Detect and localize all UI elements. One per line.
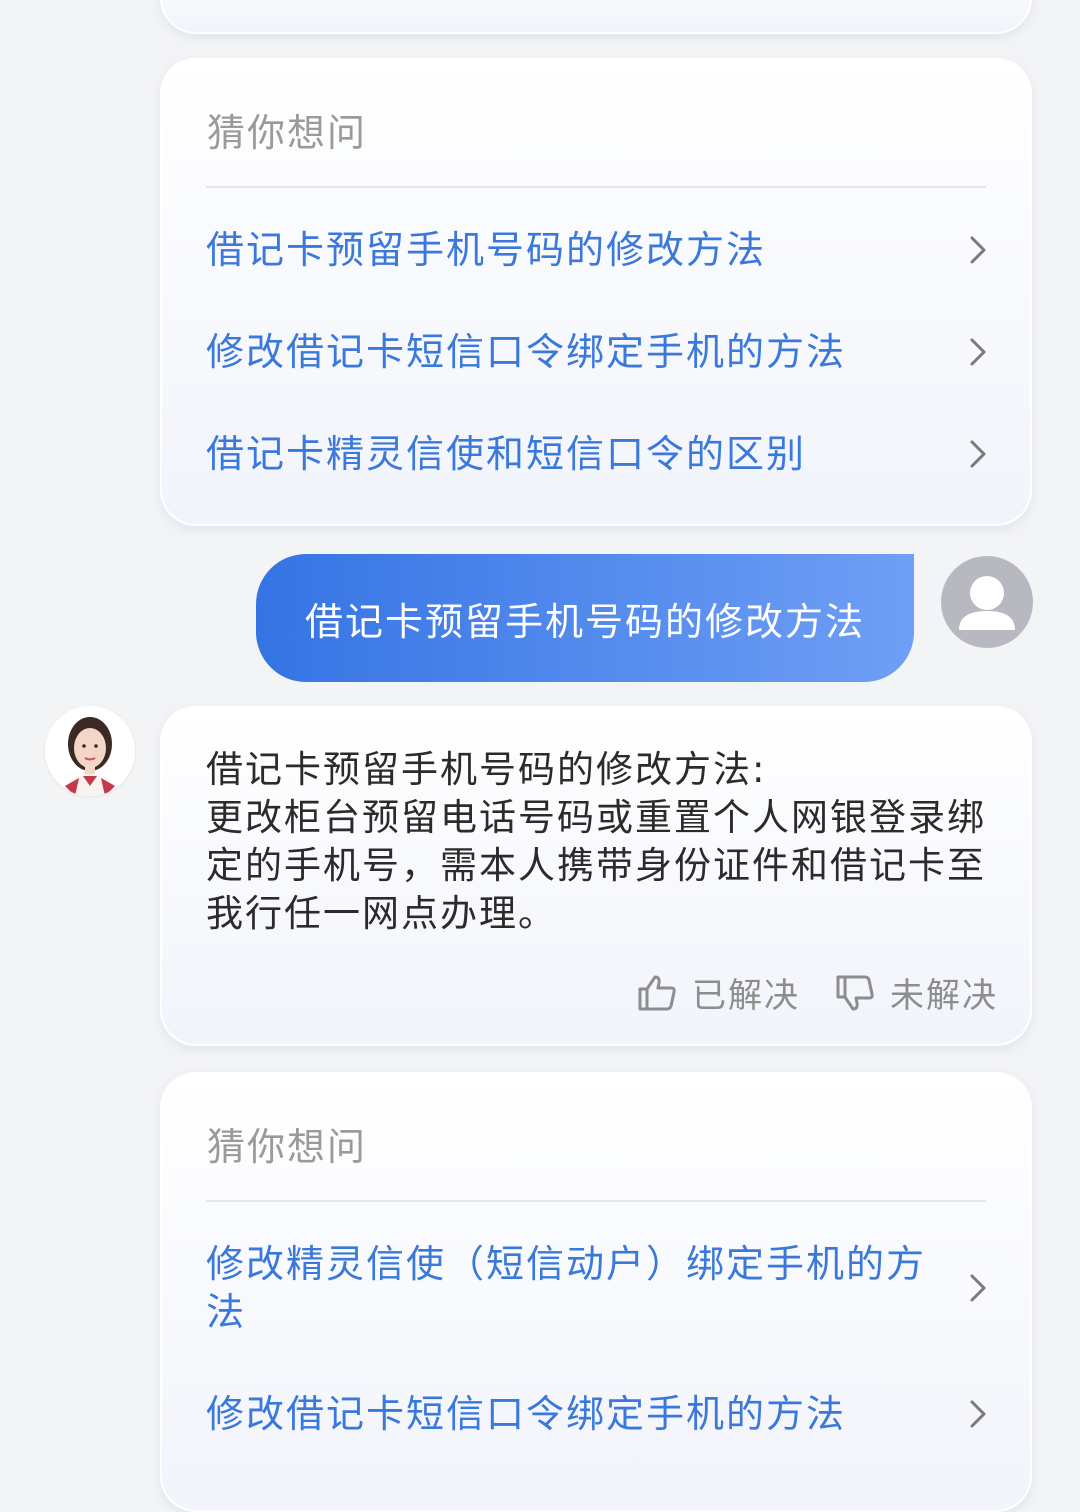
- chevron-right-icon: [964, 1394, 992, 1434]
- thumbs-down-icon: [836, 975, 874, 1010]
- suggestion-item[interactable]: 借记卡预留手机号码的修改方法: [206, 226, 992, 274]
- bot-avatar[interactable]: [45, 706, 135, 796]
- suggestion-item[interactable]: 借记卡精灵信使和短信口令的区别: [206, 430, 992, 478]
- resolved-label: 已解决: [692, 976, 800, 1016]
- divider: [206, 186, 986, 188]
- chevron-right-icon: [964, 230, 992, 270]
- user-message-bubble: 借记卡预留手机号码的修改方法: [256, 554, 914, 682]
- bot-answer-text: 借记卡预留手机号码的修改方法: 更改柜台预留电话号码或重置个人网银登录绑定的手机…: [206, 746, 986, 938]
- suggestion-item[interactable]: 修改借记卡短信口令绑定手机的方法: [206, 1390, 992, 1438]
- chevron-right-icon: [964, 1268, 992, 1308]
- suggestion-item-label: 修改精灵信使（短信动户）绑定手机的方法: [206, 1242, 927, 1334]
- suggestion-item[interactable]: 修改精灵信使（短信动户）绑定手机的方法: [206, 1240, 992, 1336]
- suggestion-card: 猜你想问 借记卡预留手机号码的修改方法 修改借记卡短信口令绑定手机的方法 借记卡…: [160, 58, 1032, 526]
- divider: [206, 1200, 986, 1202]
- suggestion-item-label: 借记卡精灵信使和短信口令的区别: [206, 432, 807, 476]
- suggestion-item-label: 借记卡预留手机号码的修改方法: [206, 228, 767, 272]
- previous-message-card: [160, 0, 1032, 34]
- user-avatar-icon[interactable]: [941, 556, 1033, 648]
- bot-answer-card: 借记卡预留手机号码的修改方法: 更改柜台预留电话号码或重置个人网银登录绑定的手机…: [160, 706, 1032, 1046]
- user-message-text: 借记卡预留手机号码的修改方法: [304, 599, 865, 644]
- suggestion-card: 猜你想问 修改精灵信使（短信动户）绑定手机的方法 修改借记卡短信口令绑定手机的方…: [160, 1072, 1032, 1512]
- unresolved-label: 未解决: [890, 976, 998, 1016]
- suggestion-item[interactable]: 修改借记卡短信口令绑定手机的方法: [206, 328, 992, 376]
- thumbs-up-icon: [638, 975, 676, 1010]
- bot-answer-title: 借记卡预留手机号码的修改方法:: [206, 748, 767, 791]
- bot-answer-body: 更改柜台预留电话号码或重置个人网银登录绑定的手机号，需本人携带身份证件和借记卡至…: [206, 796, 986, 935]
- unresolved-button[interactable]: 未解决: [834, 968, 998, 1017]
- suggestion-title: 猜你想问: [207, 111, 368, 155]
- resolved-button[interactable]: 已解决: [636, 968, 800, 1017]
- chevron-right-icon: [964, 332, 992, 372]
- suggestion-item-label: 修改借记卡短信口令绑定手机的方法: [206, 330, 847, 374]
- chevron-right-icon: [964, 434, 992, 474]
- suggestion-title: 猜你想问: [207, 1125, 368, 1169]
- suggestion-item-label: 修改借记卡短信口令绑定手机的方法: [206, 1392, 847, 1436]
